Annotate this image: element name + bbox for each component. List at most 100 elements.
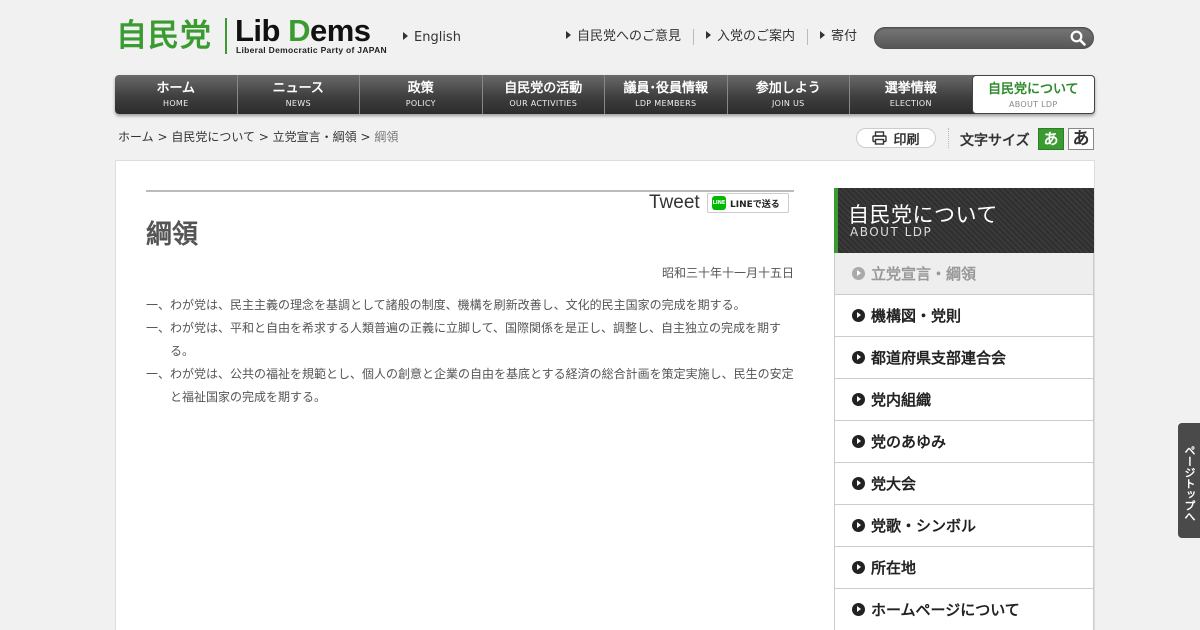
print-button[interactable]: 印刷 bbox=[856, 128, 936, 148]
arrow-circle-icon bbox=[852, 603, 865, 616]
sidebar-menu: 立党宣言・綱領 機構図・党則 都道府県支部連合会 党内組織 党のあゆみ 党大会 … bbox=[834, 253, 1094, 630]
sidebar-item-internal-organization[interactable]: 党内組織 bbox=[835, 379, 1093, 421]
donation-link-label: 寄付 bbox=[831, 29, 858, 44]
nav-policy[interactable]: 政策 POLICY bbox=[359, 75, 482, 114]
printer-icon bbox=[872, 131, 888, 145]
sidebar-item-organization-chart[interactable]: 機構図・党則 bbox=[835, 295, 1093, 337]
nav-sublabel: ABOUT LDP bbox=[1008, 100, 1058, 109]
arrow-right-icon bbox=[566, 31, 571, 39]
article-paragraph: 一、わが党は、民主主義の理念を基調として諸般の制度、機構を刷新改善し、文化的民主… bbox=[146, 298, 746, 312]
nav-label: ホーム bbox=[156, 81, 196, 96]
article-body: 一、わが党は、民主主義の理念を基調として諸般の制度、機構を刷新改善し、文化的民主… bbox=[146, 294, 796, 409]
breadcrumb-home[interactable]: ホーム bbox=[118, 130, 154, 144]
top-links: 自民党へのご意見 入党のご案内 寄付 bbox=[566, 29, 869, 45]
breadcrumb-current: 綱領 bbox=[374, 130, 399, 144]
join-guide-link[interactable]: 入党のご案内 bbox=[693, 29, 807, 45]
arrow-circle-icon bbox=[852, 435, 865, 448]
arrow-circle-icon bbox=[852, 561, 865, 574]
sidebar-subtitle: ABOUT LDP bbox=[850, 225, 933, 239]
arrow-circle-icon bbox=[852, 393, 865, 406]
nav-join[interactable]: 参加しよう JOIN US bbox=[726, 75, 850, 114]
sidebar-item-about-website[interactable]: ホームページについて bbox=[835, 589, 1093, 630]
donation-link[interactable]: 寄付 bbox=[807, 29, 869, 45]
page-top-label: ページトップへ bbox=[1183, 445, 1196, 522]
sidebar-item-label: 党内組織 bbox=[871, 391, 932, 409]
nav-label: 自民党の活動 bbox=[504, 81, 583, 96]
arrow-right-icon bbox=[820, 31, 826, 39]
font-size-label: 文字サイズ bbox=[960, 133, 1030, 149]
sidebar-item-label: 立党宣言・綱領 bbox=[871, 265, 977, 283]
sidebar-item-history[interactable]: 党のあゆみ bbox=[835, 421, 1093, 463]
opinion-link[interactable]: 自民党へのご意見 bbox=[566, 29, 693, 45]
english-link[interactable]: English bbox=[403, 30, 461, 45]
declaration-date: 昭和三十年十一月十五日 bbox=[661, 266, 794, 280]
breadcrumb-separator: > bbox=[254, 130, 273, 144]
sidebar-header: 自民党について ABOUT LDP bbox=[834, 188, 1094, 253]
sidebar-item-anthem-symbol[interactable]: 党歌・シンボル bbox=[835, 505, 1093, 547]
nav-label: 政策 bbox=[407, 81, 434, 96]
article-paragraph: 一、わが党は、平和と自由を希求する人類普遍の正義に立脚して、国際関係を是正し、調… bbox=[146, 321, 782, 358]
libdems-logo[interactable]: Lib Dems bbox=[235, 14, 371, 48]
nav-members[interactable]: 議員･役員情報 LDP MEMBERS bbox=[604, 75, 727, 114]
ldp-logo-ja[interactable]: 自民党 bbox=[116, 18, 212, 54]
nav-activities[interactable]: 自民党の活動 OUR ACTIVITIES bbox=[481, 75, 605, 114]
arrow-right-icon bbox=[403, 32, 408, 40]
nav-home[interactable]: ホーム HOME bbox=[115, 75, 237, 114]
arrow-circle-icon bbox=[852, 351, 865, 364]
nav-sublabel: POLICY bbox=[405, 99, 436, 108]
join-guide-link-label: 入党のご案内 bbox=[717, 29, 796, 44]
opinion-link-label: 自民党へのご意見 bbox=[577, 29, 682, 44]
sidebar-item-label: 党のあゆみ bbox=[871, 433, 947, 451]
sidebar-item-prefectural-chapters[interactable]: 都道府県支部連合会 bbox=[835, 337, 1093, 379]
tweet-button[interactable]: Tweet bbox=[649, 192, 700, 214]
nav-about[interactable]: 自民党について ABOUT LDP bbox=[971, 75, 1095, 114]
line-icon: LINE bbox=[712, 196, 726, 210]
search-box bbox=[874, 27, 1094, 49]
page-top-button[interactable]: ページトップへ bbox=[1178, 423, 1200, 538]
nav-label: 選挙情報 bbox=[884, 81, 937, 96]
nav-news[interactable]: ニュース NEWS bbox=[236, 75, 360, 114]
sidebar-item-declaration[interactable]: 立党宣言・綱領 bbox=[835, 253, 1093, 295]
page-title: 綱領 bbox=[146, 220, 199, 250]
nav-sublabel: NEWS bbox=[285, 99, 311, 108]
arrow-circle-icon bbox=[852, 519, 865, 532]
sidebar-item-label: 機構図・党則 bbox=[871, 307, 962, 325]
sidebar-item-label: 都道府県支部連合会 bbox=[871, 349, 1007, 367]
nav-label: 議員･役員情報 bbox=[623, 81, 708, 96]
logo-d: D bbox=[288, 13, 310, 48]
sidebar-item-label: 党歌・シンボル bbox=[871, 517, 977, 535]
arrow-circle-icon bbox=[852, 309, 865, 322]
global-nav: ホーム HOME ニュース NEWS 政策 POLICY 自民党の活動 OUR ACTI… bbox=[115, 75, 1095, 114]
breadcrumb-about[interactable]: 自民党について bbox=[171, 130, 255, 144]
nav-sublabel: JOIN US bbox=[771, 99, 805, 108]
tools-divider bbox=[948, 128, 949, 148]
sidebar-item-convention[interactable]: 党大会 bbox=[835, 463, 1093, 505]
breadcrumb-separator: > bbox=[356, 130, 375, 144]
arrow-right-icon bbox=[706, 31, 712, 39]
breadcrumb-declaration[interactable]: 立党宣言・綱領 bbox=[273, 130, 357, 144]
search-input[interactable] bbox=[884, 29, 1064, 47]
logo-divider bbox=[225, 18, 227, 54]
sidebar-item-location[interactable]: 所在地 bbox=[835, 547, 1093, 589]
font-size-large-button[interactable]: あ bbox=[1068, 128, 1094, 150]
search-icon[interactable] bbox=[1070, 30, 1086, 46]
logo-subtitle: Liberal Democratic Party of JAPAN bbox=[236, 45, 387, 55]
nav-label: 自民党について bbox=[987, 82, 1079, 97]
nav-label: 参加しよう bbox=[755, 81, 821, 96]
print-label: 印刷 bbox=[893, 132, 920, 148]
sidebar-item-label: 党大会 bbox=[871, 475, 917, 493]
nav-sublabel: LDP MEMBERS bbox=[635, 99, 697, 108]
line-share-label: LINEで送る bbox=[730, 199, 780, 210]
sidebar-item-label: ホームページについて bbox=[871, 601, 1020, 619]
breadcrumb: ホーム > 自民党について > 立党宣言・綱領 > 綱領 bbox=[118, 128, 398, 145]
nav-label: ニュース bbox=[272, 81, 324, 96]
english-link-label: English bbox=[414, 30, 461, 45]
font-size-small-button[interactable]: あ bbox=[1038, 128, 1064, 150]
arrow-circle-icon bbox=[852, 477, 865, 490]
nav-election[interactable]: 選挙情報 ELECTION bbox=[849, 75, 972, 114]
line-share-button[interactable]: LINE LINEで送る bbox=[707, 193, 789, 213]
nav-sublabel: HOME bbox=[163, 99, 189, 108]
article-paragraph: 一、わが党は、公共の福祉を規範とし、個人の創意と企業の自由を基底とする経済の総合… bbox=[146, 367, 794, 404]
logo-ems: ems bbox=[310, 13, 371, 48]
nav-sublabel: OUR ACTIVITIES bbox=[509, 99, 578, 108]
